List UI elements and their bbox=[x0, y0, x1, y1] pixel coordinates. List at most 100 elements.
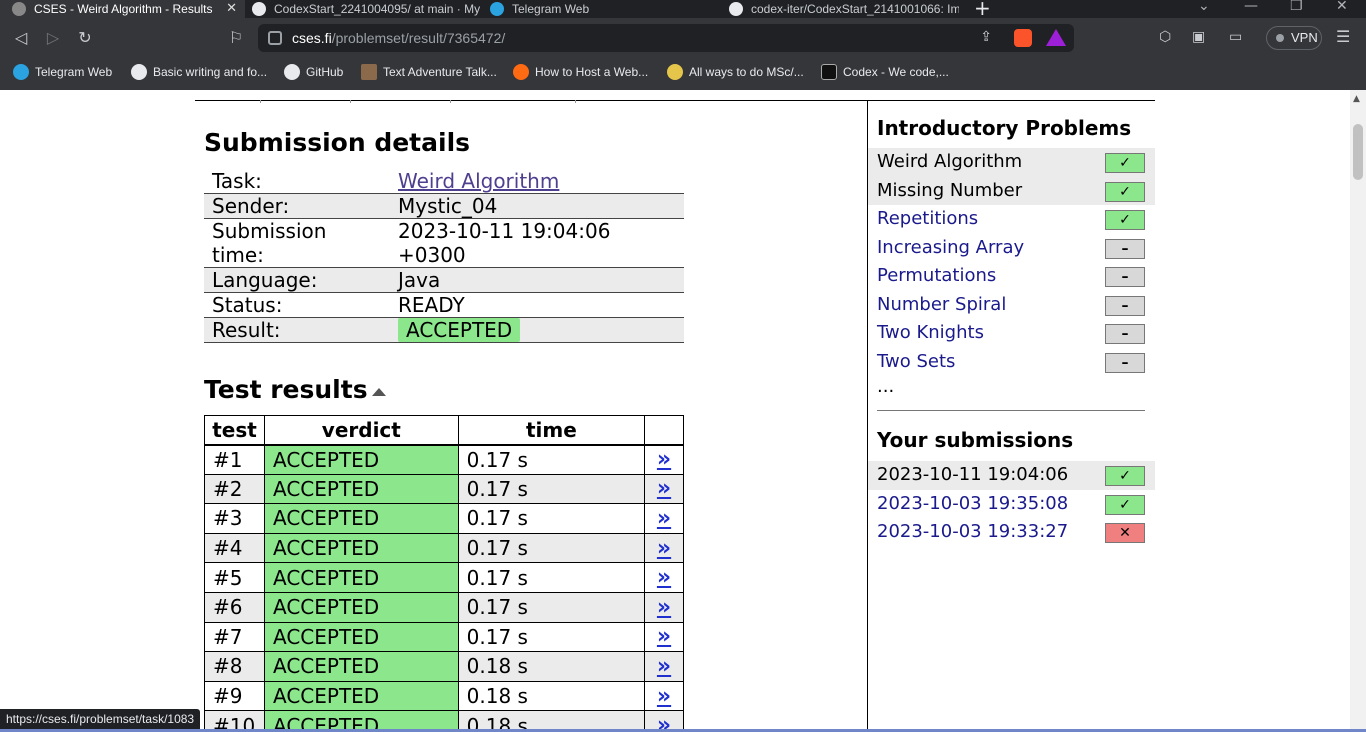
test-details-link[interactable]: » bbox=[657, 536, 671, 561]
extensions-icon[interactable]: ⬡ bbox=[1159, 29, 1171, 45]
github-icon bbox=[252, 2, 266, 16]
tab-search-icon[interactable]: ⌄ bbox=[1198, 0, 1210, 15]
test-number: #1 bbox=[204, 444, 265, 475]
detail-key: Submission time: bbox=[212, 219, 327, 267]
page-scrollbar[interactable]: ▲ bbox=[1350, 90, 1366, 730]
test-time: 0.17 s bbox=[457, 444, 646, 475]
problem-item[interactable]: Increasing Array – bbox=[868, 234, 1155, 263]
test-time: 0.17 s bbox=[457, 473, 646, 505]
submission-time: 2023-10-11 19:04:06 bbox=[877, 464, 1069, 485]
detail-value: Mystic_04 bbox=[398, 194, 498, 218]
submission-item[interactable]: 2023-10-03 19:33:27 ✕ bbox=[868, 518, 1155, 547]
test-details-link[interactable]: » bbox=[657, 565, 671, 590]
site-info-icon[interactable] bbox=[268, 31, 282, 45]
problem-item[interactable]: Two Sets – bbox=[868, 348, 1155, 377]
menu-icon[interactable]: ☰ bbox=[1336, 27, 1350, 46]
minimize-icon[interactable]: — bbox=[1244, 0, 1258, 15]
test-details-link[interactable]: » bbox=[657, 624, 671, 649]
status-mark-icon: – bbox=[1105, 295, 1145, 316]
tab-title: codex-iter/CodexStart_2141001066: Im bbox=[751, 2, 959, 16]
reload-icon[interactable]: ↻ bbox=[74, 27, 96, 49]
submission-list: 2023-10-11 19:04:06 ✓ 2023-10-03 19:35:08 ✓… bbox=[868, 461, 1155, 547]
scroll-up-icon[interactable]: ▲ bbox=[1353, 94, 1360, 104]
test-verdict: ACCEPTED bbox=[263, 444, 459, 475]
address-bar[interactable]: cses.fi/problemset/result/7365472/ ⇪ bbox=[258, 24, 1074, 52]
back-icon[interactable]: ◁ bbox=[10, 27, 32, 49]
test-details-link[interactable]: » bbox=[657, 684, 671, 709]
url-text[interactable]: cses.fi/problemset/result/7365472/ bbox=[292, 30, 505, 46]
detail-value: 2023-10-11 19:04:06 +0300 bbox=[398, 219, 611, 267]
problem-name: Two Sets bbox=[877, 350, 956, 372]
status-mark-icon: – bbox=[1105, 352, 1145, 373]
problem-item[interactable]: Repetitions ✓ bbox=[868, 205, 1155, 234]
clock-icon bbox=[667, 64, 683, 80]
test-details-link[interactable]: » bbox=[657, 447, 671, 472]
bookmark-basic-writing[interactable]: Basic writing and fo... bbox=[131, 64, 267, 80]
test-details-link[interactable]: » bbox=[657, 476, 671, 501]
vpn-button[interactable]: VPN bbox=[1266, 26, 1322, 50]
test-details-link[interactable]: » bbox=[657, 595, 671, 620]
scrollbar-thumb[interactable] bbox=[1353, 124, 1363, 180]
problem-name: Weird Algorithm bbox=[877, 151, 1023, 172]
problem-item[interactable]: Permutations – bbox=[868, 262, 1155, 291]
bookmark-codex[interactable]: Codex - We code,... bbox=[821, 64, 949, 80]
test-number: #4 bbox=[204, 532, 265, 564]
submission-item[interactable]: 2023-10-11 19:04:06 ✓ bbox=[868, 461, 1155, 490]
table-row: #7 ACCEPTED 0.17 s » bbox=[204, 621, 684, 653]
bookmark-text-adventure[interactable]: Text Adventure Talk... bbox=[361, 64, 497, 80]
test-time: 0.18 s bbox=[457, 680, 646, 712]
tab-close-icon[interactable]: ✕ bbox=[226, 0, 237, 16]
bookmark-host-web[interactable]: How to Host a Web... bbox=[513, 64, 648, 80]
table-row: #5 ACCEPTED 0.17 s » bbox=[204, 562, 684, 593]
detail-key: Sender: bbox=[212, 194, 290, 218]
problem-item[interactable]: Missing Number ✓ bbox=[868, 176, 1155, 205]
collapse-arrow-icon[interactable] bbox=[372, 388, 386, 396]
test-time: 0.17 s bbox=[457, 591, 646, 623]
status-mark-icon: – bbox=[1105, 324, 1145, 344]
telegram-icon bbox=[490, 2, 504, 16]
task-link[interactable]: Weird Algorithm bbox=[398, 169, 559, 193]
tab-title: CodexStart_2241004095/ at main · My bbox=[274, 2, 480, 16]
test-number: #6 bbox=[204, 591, 265, 623]
test-time: 0.17 s bbox=[457, 503, 646, 534]
tab-telegram[interactable]: Telegram Web bbox=[490, 0, 720, 18]
bookmark-icon[interactable]: ⚐ bbox=[225, 27, 247, 49]
brave-shields-icon[interactable] bbox=[1014, 29, 1032, 47]
test-details-link[interactable]: » bbox=[657, 654, 671, 679]
problem-item[interactable]: Number Spiral – bbox=[868, 291, 1155, 320]
vpn-label: VPN bbox=[1291, 30, 1318, 45]
new-tab-button[interactable]: + bbox=[974, 0, 991, 18]
test-details-cell: » bbox=[644, 621, 684, 653]
bookmark-label: Text Adventure Talk... bbox=[383, 65, 497, 79]
tab-cses-result[interactable]: CSES - Weird Algorithm - Results ✕ bbox=[0, 0, 245, 18]
tab-title: Telegram Web bbox=[512, 2, 590, 16]
window-close-icon[interactable]: ✕ bbox=[1336, 0, 1348, 15]
problem-list: Weird Algorithm ✓ Missing Number ✓ Repetitio… bbox=[868, 148, 1155, 376]
share-icon[interactable]: ⇪ bbox=[980, 29, 992, 45]
submission-time: 2023-10-03 19:35:08 bbox=[877, 492, 1069, 514]
problem-item[interactable]: Two Knights – bbox=[868, 319, 1155, 348]
wallet-icon[interactable]: ▭ bbox=[1229, 29, 1242, 45]
brave-rewards-icon[interactable] bbox=[1046, 29, 1066, 46]
github-icon bbox=[729, 2, 743, 16]
problem-item[interactable]: Weird Algorithm ✓ bbox=[868, 148, 1155, 177]
submission-item[interactable]: 2023-10-03 19:35:08 ✓ bbox=[868, 490, 1155, 519]
col-header-time: time bbox=[457, 415, 646, 446]
test-details-link[interactable]: » bbox=[657, 506, 671, 531]
forward-icon[interactable]: ▷ bbox=[42, 27, 64, 49]
url-host: cses.fi bbox=[292, 30, 332, 46]
bookmark-msc[interactable]: All ways to do MSc/... bbox=[667, 64, 804, 80]
bookmark-telegram[interactable]: Telegram Web bbox=[13, 64, 112, 80]
tab-codex-iter[interactable]: codex-iter/CodexStart_2141001066: Im bbox=[729, 0, 959, 18]
sidebar-icon[interactable]: ▣ bbox=[1192, 29, 1205, 45]
page-content: Submission details Task: Weird Algorithm… bbox=[0, 90, 1366, 732]
bookmark-github[interactable]: GitHub bbox=[284, 64, 343, 80]
header-rule bbox=[195, 100, 1155, 103]
submission-time: 2023-10-03 19:33:27 bbox=[877, 521, 1069, 542]
test-details-cell: » bbox=[644, 473, 684, 505]
tab-codexstart[interactable]: CodexStart_2241004095/ at main · My bbox=[250, 0, 480, 18]
orange-icon bbox=[513, 64, 529, 80]
restore-icon[interactable]: ❐ bbox=[1290, 0, 1303, 15]
tab-divider bbox=[350, 100, 351, 103]
bookmark-label: Codex - We code,... bbox=[843, 65, 949, 79]
